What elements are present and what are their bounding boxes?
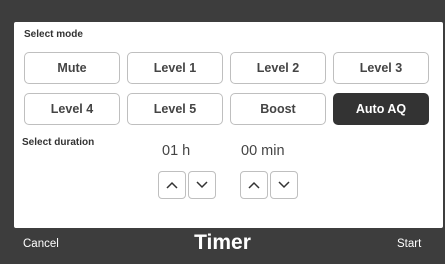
minutes-down-button[interactable] <box>270 171 298 199</box>
mode-button-mute[interactable]: Mute <box>24 52 120 84</box>
mode-button-level-5[interactable]: Level 5 <box>127 93 223 125</box>
chevron-down-icon <box>278 181 290 189</box>
start-button[interactable]: Start <box>397 238 421 250</box>
bottom-bar: Cancel Timer Start <box>0 228 445 264</box>
chevron-down-icon <box>196 181 208 189</box>
chevron-up-icon <box>166 181 178 189</box>
hours-value: 01 h <box>162 143 191 159</box>
hours-down-button[interactable] <box>188 171 216 199</box>
mode-button-level-4[interactable]: Level 4 <box>24 93 120 125</box>
select-duration-label: Select duration <box>22 137 95 148</box>
timer-panel: Select mode Mute Level 1 Level 2 Level 3… <box>14 22 443 228</box>
select-mode-label: Select mode <box>24 29 83 40</box>
hours-up-button[interactable] <box>158 171 186 199</box>
mode-button-level-2[interactable]: Level 2 <box>230 52 326 84</box>
page-title: Timer <box>194 231 251 254</box>
mode-button-boost[interactable]: Boost <box>230 93 326 125</box>
mode-button-level-1[interactable]: Level 1 <box>127 52 223 84</box>
minutes-up-button[interactable] <box>240 171 268 199</box>
chevron-up-icon <box>248 181 260 189</box>
minutes-value: 00 min <box>241 143 285 159</box>
mode-button-auto-aq[interactable]: Auto AQ <box>333 93 429 125</box>
mode-button-level-3[interactable]: Level 3 <box>333 52 429 84</box>
